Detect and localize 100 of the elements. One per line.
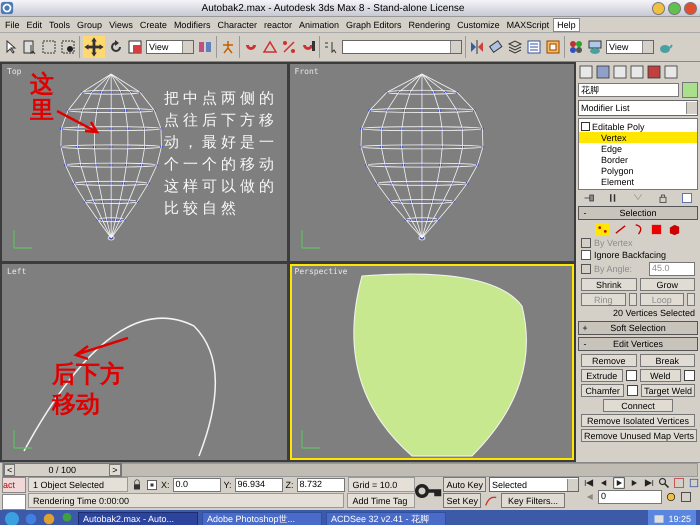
stack-item[interactable]: Vertex xyxy=(579,132,697,143)
command-button[interactable]: Target Weld xyxy=(641,384,695,397)
stack-item[interactable]: Editable Poly xyxy=(579,121,697,132)
window-crossing-icon[interactable] xyxy=(60,39,76,55)
link-figure-icon[interactable] xyxy=(220,39,236,55)
display-tab-icon[interactable] xyxy=(646,64,662,80)
stack-item[interactable]: Element xyxy=(579,176,697,187)
hierarchy-tab-icon[interactable] xyxy=(612,64,628,80)
rollout-header[interactable]: + Soft Selection xyxy=(578,321,698,335)
stack-item[interactable]: Edge xyxy=(579,143,697,154)
edge-level-icon[interactable] xyxy=(612,223,628,236)
pin-stack-icon[interactable] xyxy=(582,192,595,204)
y-coordinate-field[interactable]: 96.934 xyxy=(234,478,283,492)
configure-sets-icon[interactable] xyxy=(681,192,694,204)
close-button[interactable] xyxy=(684,2,697,14)
rotate-icon[interactable] xyxy=(108,39,124,55)
reference-coordinate-dropdown[interactable]: View xyxy=(146,40,194,54)
move-icon[interactable] xyxy=(83,36,105,58)
auto-key-button[interactable]: Auto Key xyxy=(443,477,486,492)
render-scene-icon[interactable] xyxy=(587,39,603,55)
modifier-list-dropdown[interactable]: Modifier List xyxy=(578,100,698,116)
settings-button[interactable] xyxy=(627,385,638,396)
menu-item[interactable]: Character xyxy=(214,18,260,30)
rollout-header[interactable]: - Edit Vertices xyxy=(578,337,698,351)
curve-editor-icon[interactable] xyxy=(526,39,542,55)
object-color-swatch[interactable] xyxy=(682,82,698,98)
x-coordinate-field[interactable]: 0.0 xyxy=(172,478,221,492)
stack-item[interactable]: Border xyxy=(579,154,697,165)
named-selection-icon[interactable] xyxy=(323,39,339,55)
menu-item[interactable]: Rendering xyxy=(406,18,454,30)
command-button[interactable]: Remove xyxy=(581,354,636,367)
menu-item[interactable]: Create xyxy=(136,18,170,30)
schematic-view-icon[interactable] xyxy=(545,39,561,55)
remove-modifier-icon[interactable] xyxy=(656,192,669,204)
command-button[interactable]: Shrink xyxy=(581,278,636,291)
maximize-button[interactable] xyxy=(668,2,681,14)
command-button[interactable]: Break xyxy=(640,354,695,367)
absolute-mode-icon[interactable] xyxy=(146,478,158,490)
region-select-icon[interactable] xyxy=(41,39,57,55)
settings-button[interactable] xyxy=(684,370,695,381)
modify-tab-icon[interactable] xyxy=(595,64,611,80)
utilities-tab-icon[interactable] xyxy=(663,64,679,80)
checkbox[interactable] xyxy=(581,250,591,260)
zoom-extents-icon[interactable] xyxy=(688,477,700,489)
add-time-tag[interactable]: Add Time Tag xyxy=(347,493,416,508)
settings-button[interactable] xyxy=(626,370,636,381)
taskbar-button[interactable]: Adobe Photoshop世... xyxy=(202,512,322,525)
taskbar-button[interactable]: Autobak2.max - Auto... xyxy=(78,512,198,525)
next-frames-button[interactable]: > xyxy=(109,464,121,476)
command-button[interactable]: Remove Isolated Vertices xyxy=(581,414,695,427)
material-editor-icon[interactable] xyxy=(568,39,584,55)
play-icon[interactable] xyxy=(613,477,625,489)
pivot-icon[interactable] xyxy=(197,39,213,55)
create-tab-icon[interactable] xyxy=(578,64,594,80)
select-by-name-icon[interactable] xyxy=(22,39,38,55)
key-tangent-icon[interactable] xyxy=(484,494,498,508)
command-button[interactable]: Weld xyxy=(640,369,681,382)
start-icon[interactable] xyxy=(4,511,20,525)
stack-item[interactable]: Polygon xyxy=(579,165,697,176)
command-button[interactable]: Extrude xyxy=(581,369,622,382)
menu-item[interactable]: Group xyxy=(74,18,106,30)
z-coordinate-field[interactable]: 8.732 xyxy=(296,478,345,492)
menu-item[interactable]: MAXScript xyxy=(504,18,552,30)
render-type-dropdown[interactable]: View xyxy=(606,40,654,54)
taskbar-button[interactable]: ACDSee 32 v2.41 - 花脚 xyxy=(326,512,446,525)
lock-icon[interactable] xyxy=(131,478,143,490)
command-button[interactable]: Chamfer xyxy=(581,384,624,397)
scale-icon[interactable] xyxy=(127,39,143,55)
command-button[interactable]: Grow xyxy=(640,278,695,291)
mirror-icon[interactable] xyxy=(469,39,485,55)
menu-item[interactable]: Help xyxy=(553,18,580,32)
current-frame-field[interactable]: 0 xyxy=(598,490,662,504)
app-icon[interactable] xyxy=(0,1,14,15)
set-key-button[interactable]: Set Key xyxy=(443,493,481,508)
key-mode-dropdown[interactable]: Selected xyxy=(489,477,579,492)
rollout-header[interactable]: - Selection xyxy=(578,206,698,220)
maxscript-listener[interactable]: act xyxy=(2,477,26,493)
named-selection-dropdown[interactable] xyxy=(342,40,462,54)
menu-item[interactable]: File xyxy=(2,18,23,30)
time-configuration-icon[interactable] xyxy=(665,491,677,503)
vertex-level-icon[interactable] xyxy=(594,223,610,236)
key-filters-button[interactable]: Key Filters... xyxy=(501,493,565,508)
angle-snap-icon[interactable] xyxy=(262,39,278,55)
time-slider[interactable]: < 0 / 100 > xyxy=(3,463,122,477)
minimize-button[interactable] xyxy=(652,2,665,14)
menu-item[interactable]: Customize xyxy=(454,18,503,30)
menu-item[interactable]: Tools xyxy=(46,18,74,30)
command-button[interactable]: Remove Unused Map Verts xyxy=(581,429,698,442)
media-icon[interactable] xyxy=(42,512,56,525)
layers-icon[interactable] xyxy=(507,39,523,55)
go-to-start-icon[interactable] xyxy=(583,477,595,489)
menu-item[interactable]: Edit xyxy=(24,18,46,30)
previous-frames-button[interactable]: < xyxy=(4,464,16,476)
menu-item[interactable]: Graph Editors xyxy=(343,18,405,30)
zoom-icon[interactable] xyxy=(658,477,670,489)
listener-field[interactable] xyxy=(2,494,26,510)
tray-icon[interactable] xyxy=(653,513,666,525)
menu-item[interactable]: Modifiers xyxy=(170,18,214,30)
motion-tab-icon[interactable] xyxy=(629,64,645,80)
menu-item[interactable]: reactor xyxy=(260,18,295,30)
